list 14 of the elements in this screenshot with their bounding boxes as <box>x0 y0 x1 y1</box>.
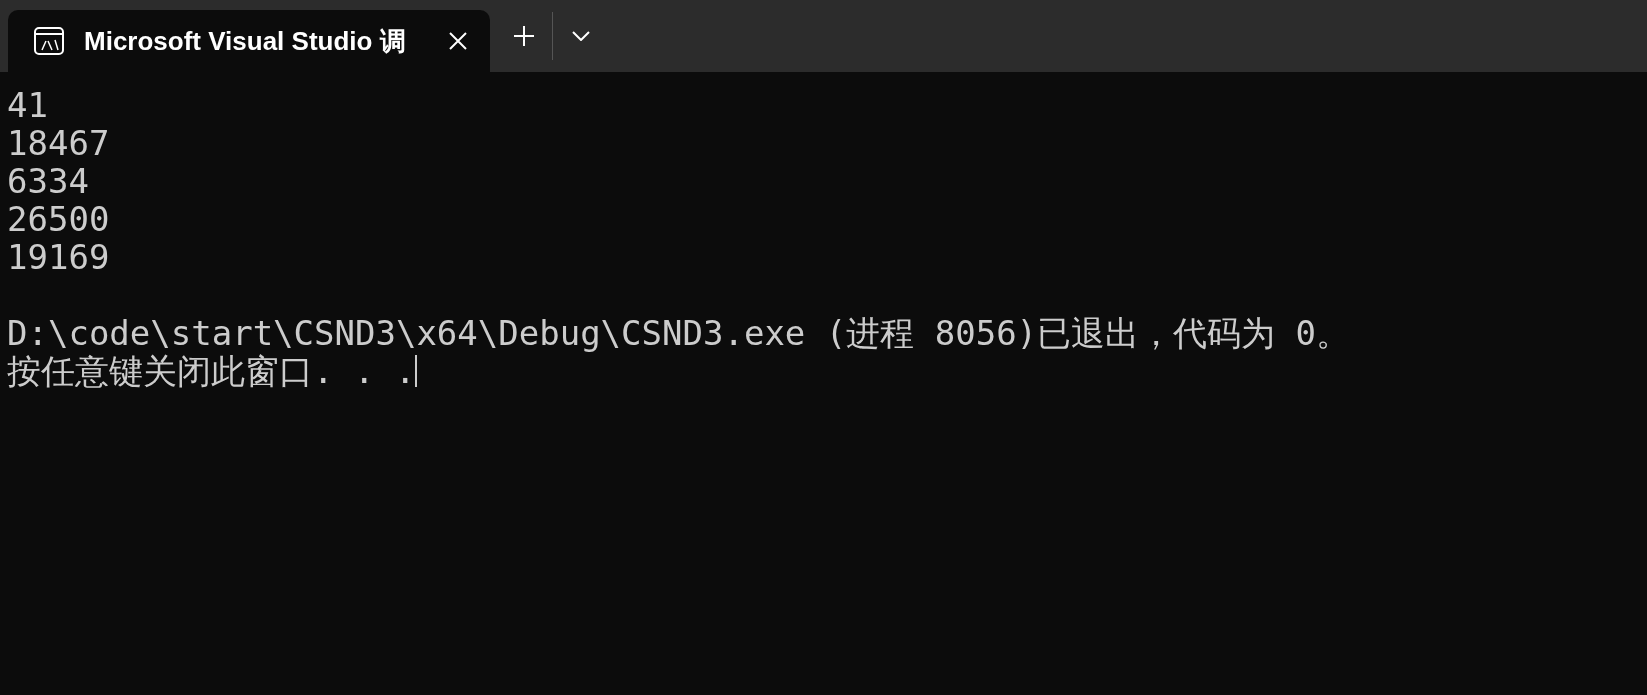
console-icon <box>34 27 64 55</box>
console-line: 19169 <box>7 238 110 276</box>
console-line: 按任意键关闭此窗口. . . <box>7 352 416 390</box>
plus-icon <box>513 25 535 47</box>
tab-title: Microsoft Visual Studio 调 <box>84 24 407 58</box>
terminal-tab[interactable]: Microsoft Visual Studio 调 <box>8 10 490 72</box>
console-line: 6334 <box>7 162 89 200</box>
console-line: 18467 <box>7 124 110 162</box>
console-line: 26500 <box>7 200 110 238</box>
console-line: 41 <box>7 86 48 124</box>
text-cursor <box>415 355 418 387</box>
close-icon <box>449 32 467 50</box>
chevron-down-icon <box>572 31 590 41</box>
console-line: D:\code\start\CSND3\x64\Debug\CSND3.exe (进程 8056)已退出，代码为 0。 <box>7 314 1351 352</box>
